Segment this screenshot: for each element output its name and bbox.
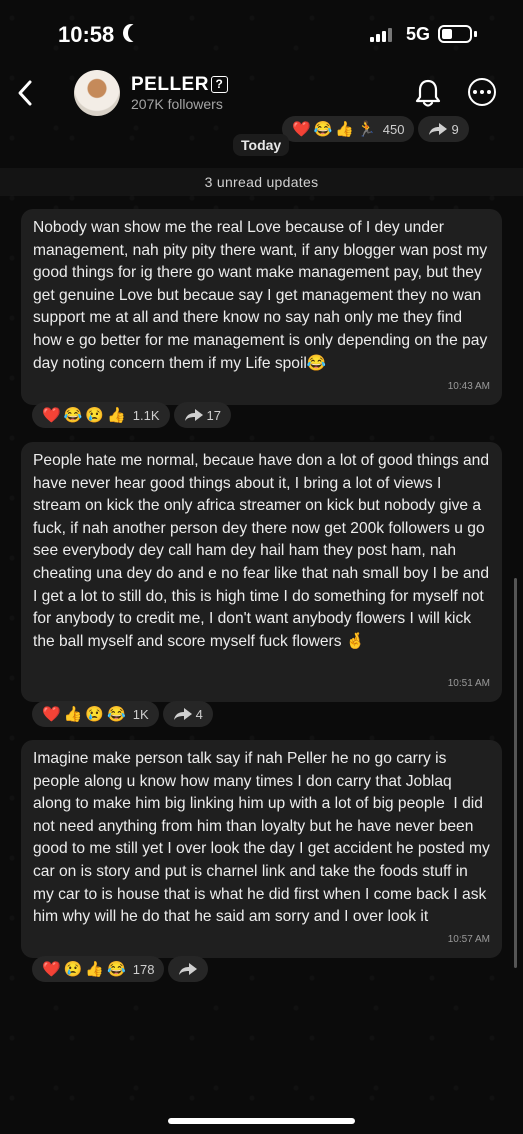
followers-count: 207K followers xyxy=(131,96,223,112)
reaction-count: 1.1K xyxy=(132,407,160,423)
forward-icon xyxy=(184,409,203,421)
message-reactions: ❤️ 👍 😢 😂 1K 4 xyxy=(32,701,213,727)
reaction-emoji: ❤️ xyxy=(42,705,61,723)
forward-icon xyxy=(179,963,198,975)
reaction-pill[interactable]: ❤️ 👍 😢 😂 1K xyxy=(32,701,159,727)
forward-icon xyxy=(429,123,448,135)
reaction-count: 450 xyxy=(382,121,405,137)
reaction-pill[interactable]: ❤️ 😂 👍 🏃 450 xyxy=(282,116,415,142)
status-bar: 10:58 5G xyxy=(0,0,523,70)
message-time: 10:57 AM xyxy=(447,934,490,946)
message-time: 10:43 AM xyxy=(447,381,490,393)
message-reactions: ❤️ 😂 😢 👍 1.1K 17 xyxy=(32,402,231,428)
date-separator: Today xyxy=(233,134,290,156)
reaction-emoji: 😂 xyxy=(107,705,126,723)
more-options-icon[interactable] xyxy=(468,78,496,106)
signal-icon xyxy=(370,28,392,42)
reaction-count: 178 xyxy=(132,961,155,977)
reaction-emoji: 😂 xyxy=(313,120,333,138)
home-indicator[interactable] xyxy=(168,1118,355,1124)
network-label: 5G xyxy=(406,24,431,44)
channel-header: PELLER? 207K followers xyxy=(0,68,523,118)
channel-name[interactable]: PELLER? xyxy=(131,74,228,96)
reaction-emoji: ❤️ xyxy=(292,120,311,138)
channel-message[interactable]: Imagine make person talk say if nah Pell… xyxy=(21,740,502,958)
scrollbar[interactable] xyxy=(514,578,517,968)
back-arrow-icon[interactable] xyxy=(14,78,36,108)
forward-count: 4 xyxy=(195,706,203,722)
reaction-emoji: ❤️ xyxy=(42,960,61,978)
reaction-emoji: ❤️ xyxy=(42,406,61,424)
message-text: People hate me normal, becaue have don a… xyxy=(33,452,494,650)
unread-banner: 3 unread updates xyxy=(0,168,523,196)
reaction-emoji: 😢 xyxy=(85,406,105,424)
reaction-emoji: 😂 xyxy=(107,960,126,978)
forward-pill[interactable]: 17 xyxy=(173,402,231,428)
reaction-emoji: 😢 xyxy=(63,960,83,978)
message-text: Imagine make person talk say if nah Pell… xyxy=(33,750,495,926)
forward-pill[interactable] xyxy=(168,956,209,982)
reaction-emoji: 😂 xyxy=(63,406,83,424)
forward-pill[interactable]: 4 xyxy=(162,701,213,727)
channel-message[interactable]: People hate me normal, becaue have don a… xyxy=(21,442,502,702)
reaction-emoji: 😢 xyxy=(85,705,105,723)
battery-icon xyxy=(438,25,472,43)
reaction-pill[interactable]: ❤️ 😂 😢 👍 1.1K xyxy=(32,402,170,428)
forward-icon xyxy=(173,708,192,720)
battery-tip xyxy=(474,31,477,37)
channel-name-badge: ? xyxy=(210,76,228,93)
moon-icon xyxy=(128,24,144,42)
forward-pill[interactable]: 9 xyxy=(418,116,469,142)
reaction-emoji: 👍 xyxy=(335,120,355,138)
channel-message[interactable]: Nobody wan show me the real Love because… xyxy=(21,209,502,405)
reaction-emoji: 🏃 xyxy=(357,120,376,138)
reaction-pill[interactable]: ❤️ 😢 👍 😂 178 xyxy=(32,956,165,982)
channel-avatar[interactable] xyxy=(74,70,120,116)
bell-icon[interactable] xyxy=(414,78,442,108)
message-reactions: ❤️ 😢 👍 😂 178 xyxy=(32,956,209,982)
reaction-emoji: 👍 xyxy=(63,705,83,723)
channel-name-text: PELLER xyxy=(131,74,209,95)
reaction-emoji: 👍 xyxy=(85,960,105,978)
status-time: 10:58 xyxy=(58,22,115,47)
reaction-count: 1K xyxy=(132,706,149,722)
forward-count: 9 xyxy=(451,121,459,137)
message-text: Nobody wan show me the real Love because… xyxy=(33,219,492,372)
message-time: 10:51 AM xyxy=(447,678,490,690)
reaction-emoji: 👍 xyxy=(107,406,126,424)
forward-count: 17 xyxy=(206,407,221,423)
previous-message-reactions: ❤️ 😂 👍 🏃 450 9 xyxy=(282,116,469,142)
